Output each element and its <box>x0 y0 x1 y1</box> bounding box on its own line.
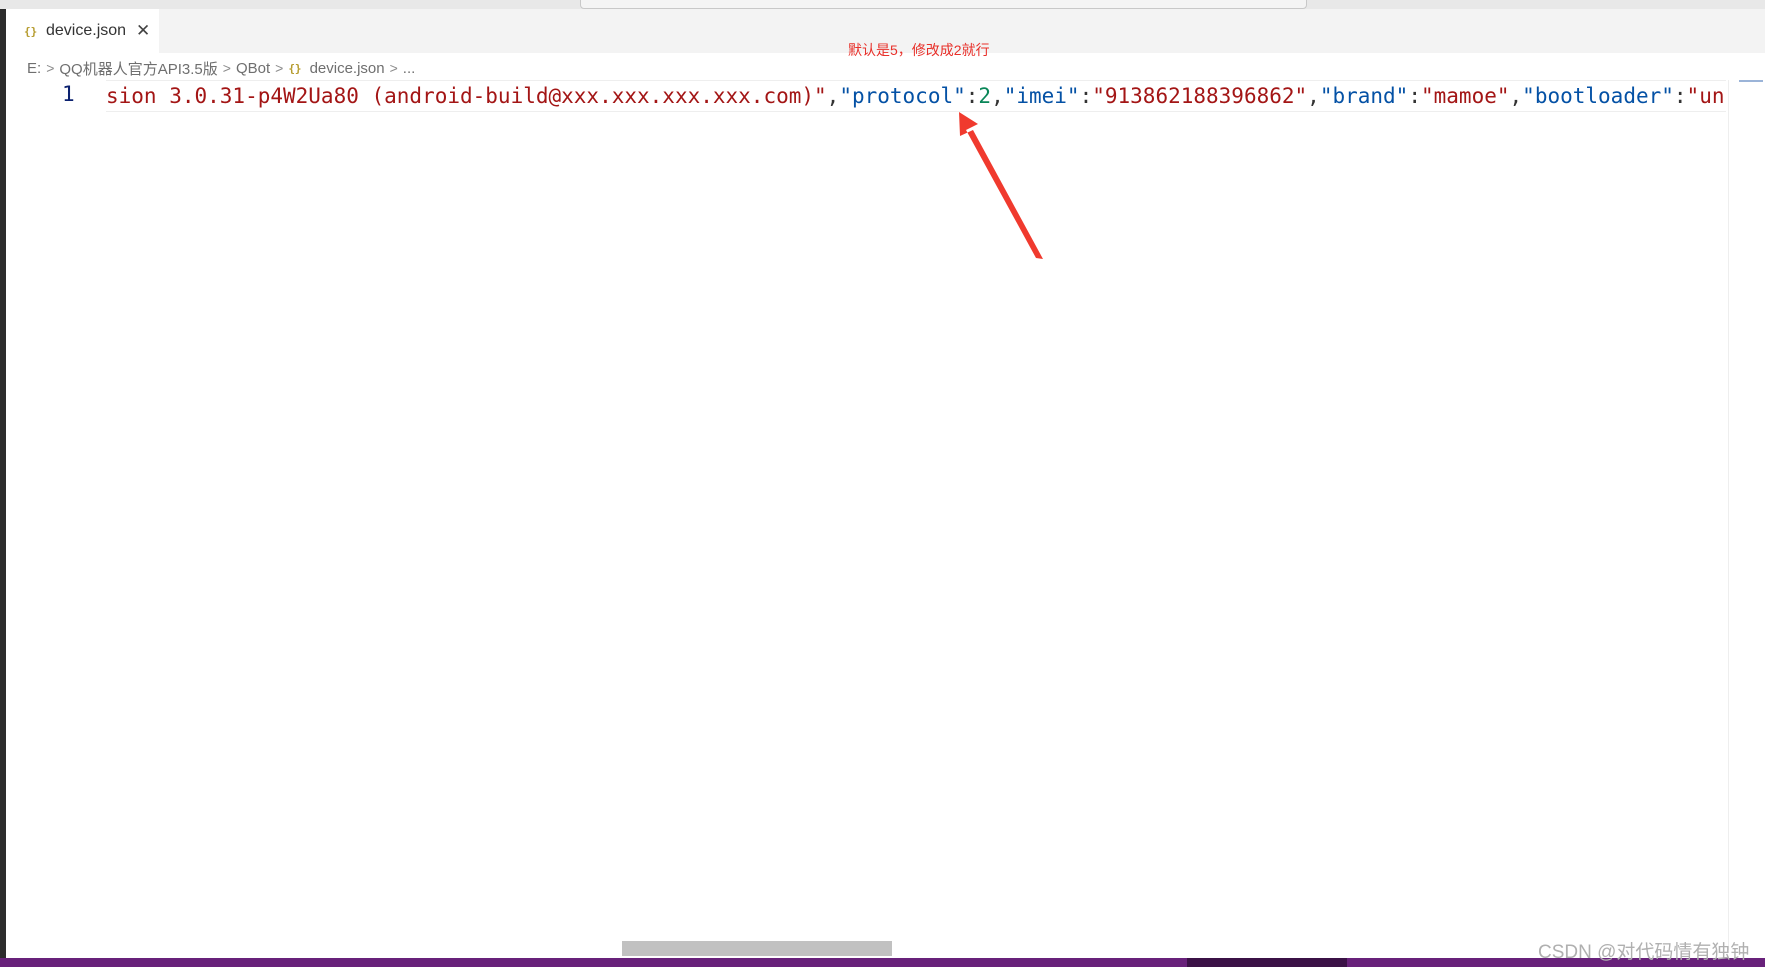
json-braces-icon: {} <box>288 61 302 75</box>
json-colon: : <box>1673 84 1687 108</box>
code-editor[interactable]: 1 sion 3.0.31-p4W2Ua80 (android-build@xx… <box>6 80 1726 950</box>
breadcrumb: E: > QQ机器人官方API3.5版 > QBot > {} device.j… <box>27 57 415 79</box>
annotation-note: 默认是5，修改成2就行 <box>848 42 990 58</box>
json-comma: , <box>826 84 840 108</box>
json-colon: : <box>965 84 979 108</box>
chevron-right-icon: > <box>389 60 398 76</box>
breadcrumb-folder-qbot[interactable]: QBot <box>236 60 270 77</box>
status-bar-item[interactable] <box>1187 958 1347 967</box>
json-key-imei: "imei" <box>1003 84 1080 108</box>
json-comma: , <box>1307 84 1320 108</box>
json-string-brand: "mamoe" <box>1421 84 1510 108</box>
breadcrumb-drive[interactable]: E: <box>27 60 41 77</box>
chevron-right-icon: > <box>46 60 55 76</box>
tab-label: device.json <box>46 22 127 39</box>
json-string-bootloader: "unkno <box>1686 84 1726 108</box>
json-braces-icon: {} <box>24 24 38 38</box>
status-bar <box>0 958 1765 967</box>
watermark: CSDN @对代码情有独钟 <box>1538 942 1750 963</box>
json-string: sion 3.0.31-p4W2Ua80 (android-build@xxx.… <box>106 84 827 108</box>
minimap-line <box>1739 80 1763 82</box>
json-key-bootloader: "bootloader" <box>1522 84 1674 108</box>
chevron-right-icon: > <box>275 60 284 76</box>
minimap[interactable] <box>1728 80 1765 950</box>
command-center[interactable] <box>580 0 1307 9</box>
horizontal-scrollbar-thumb[interactable] <box>622 941 892 956</box>
json-key-protocol: "protocol" <box>839 84 966 108</box>
line-number: 1 <box>62 82 75 106</box>
window-title-strip <box>0 0 1765 9</box>
close-icon[interactable]: ✕ <box>136 21 150 41</box>
json-colon: : <box>1408 84 1421 108</box>
breadcrumb-folder-qq[interactable]: QQ机器人官方API3.5版 <box>59 58 217 79</box>
json-number-protocol: 2 <box>978 84 992 108</box>
code-line[interactable]: sion 3.0.31-p4W2Ua80 (android-build@xxx.… <box>106 82 1726 110</box>
json-string-imei: "913862188396862" <box>1092 84 1308 108</box>
breadcrumb-file[interactable]: device.json <box>310 60 385 77</box>
json-colon: : <box>1079 84 1093 108</box>
breadcrumb-symbols[interactable]: ... <box>403 60 416 77</box>
json-comma: , <box>1509 84 1523 108</box>
json-key-brand: "brand" <box>1319 84 1409 108</box>
chevron-right-icon: > <box>222 60 231 76</box>
tab-device-json[interactable]: {} device.json ✕ <box>6 9 159 53</box>
json-comma: , <box>991 84 1004 108</box>
